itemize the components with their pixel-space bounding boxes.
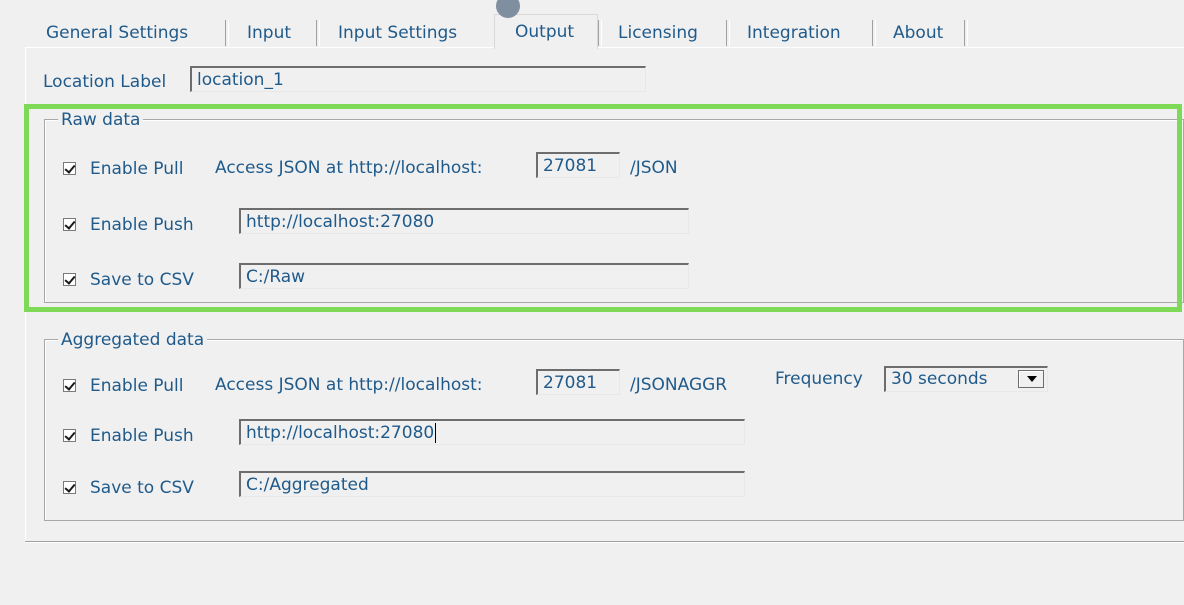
tab-panel-border bbox=[25, 541, 1184, 543]
frequency-label: Frequency bbox=[775, 369, 863, 389]
raw-save-csv-checkbox[interactable] bbox=[63, 273, 76, 286]
tab-licensing[interactable]: Licensing bbox=[618, 20, 698, 46]
agg-csv-path-input[interactable]: C:/Aggregated bbox=[239, 471, 745, 497]
agg-push-url-value: http://localhost:27080 bbox=[246, 423, 435, 443]
tab-output-label: Output bbox=[515, 22, 575, 42]
tab-output[interactable]: Output bbox=[494, 14, 598, 49]
raw-enable-pull-checkbox[interactable] bbox=[63, 162, 76, 175]
agg-enable-push-checkbox[interactable] bbox=[63, 429, 76, 442]
raw-push-url-input[interactable]: http://localhost:27080 bbox=[239, 208, 689, 234]
chevron-down-icon[interactable] bbox=[1018, 370, 1044, 388]
aggregated-data-title: Aggregated data bbox=[58, 330, 208, 350]
agg-access-json-label: Access JSON at http://localhost: bbox=[215, 375, 483, 395]
tab-separator bbox=[598, 20, 602, 46]
tab-about[interactable]: About bbox=[893, 20, 943, 46]
tab-general-settings[interactable]: General Settings bbox=[46, 20, 188, 46]
agg-enable-push-label: Enable Push bbox=[90, 426, 194, 446]
tab-separator bbox=[872, 20, 876, 46]
raw-enable-pull-label: Enable Pull bbox=[90, 159, 184, 179]
agg-save-csv-label: Save to CSV bbox=[90, 478, 194, 498]
tab-panel-border bbox=[25, 47, 26, 543]
tab-separator bbox=[726, 20, 730, 46]
agg-pull-port-input[interactable]: 27081 bbox=[536, 369, 620, 395]
frequency-value: 30 seconds bbox=[891, 369, 988, 389]
tab-input-settings[interactable]: Input Settings bbox=[338, 20, 457, 46]
location-label: Location Label bbox=[43, 72, 167, 92]
location-label-input[interactable]: location_1 bbox=[190, 66, 646, 92]
agg-push-url-input[interactable]: http://localhost:27080 bbox=[239, 419, 745, 445]
agg-json-suffix: /JSONAGGR bbox=[630, 375, 728, 395]
raw-csv-path-input[interactable]: C:/Raw bbox=[239, 263, 689, 289]
text-caret bbox=[435, 423, 437, 443]
agg-enable-pull-label: Enable Pull bbox=[90, 376, 184, 396]
agg-enable-pull-checkbox[interactable] bbox=[63, 379, 76, 392]
raw-enable-push-checkbox[interactable] bbox=[63, 218, 76, 231]
raw-enable-push-label: Enable Push bbox=[90, 215, 194, 235]
agg-save-csv-checkbox[interactable] bbox=[63, 481, 76, 494]
tab-input[interactable]: Input bbox=[247, 20, 291, 46]
tab-separator bbox=[964, 20, 968, 46]
tab-separator bbox=[316, 20, 320, 46]
tab-separator bbox=[225, 20, 229, 46]
frequency-select[interactable]: 30 seconds bbox=[884, 366, 1048, 392]
raw-json-suffix: /JSON bbox=[630, 158, 678, 178]
tab-panel-border bbox=[25, 47, 1184, 48]
raw-access-json-label: Access JSON at http://localhost: bbox=[215, 158, 483, 178]
raw-save-csv-label: Save to CSV bbox=[90, 270, 194, 290]
raw-data-title: Raw data bbox=[58, 110, 144, 130]
tab-integration[interactable]: Integration bbox=[747, 20, 841, 46]
raw-pull-port-input[interactable]: 27081 bbox=[536, 152, 620, 178]
